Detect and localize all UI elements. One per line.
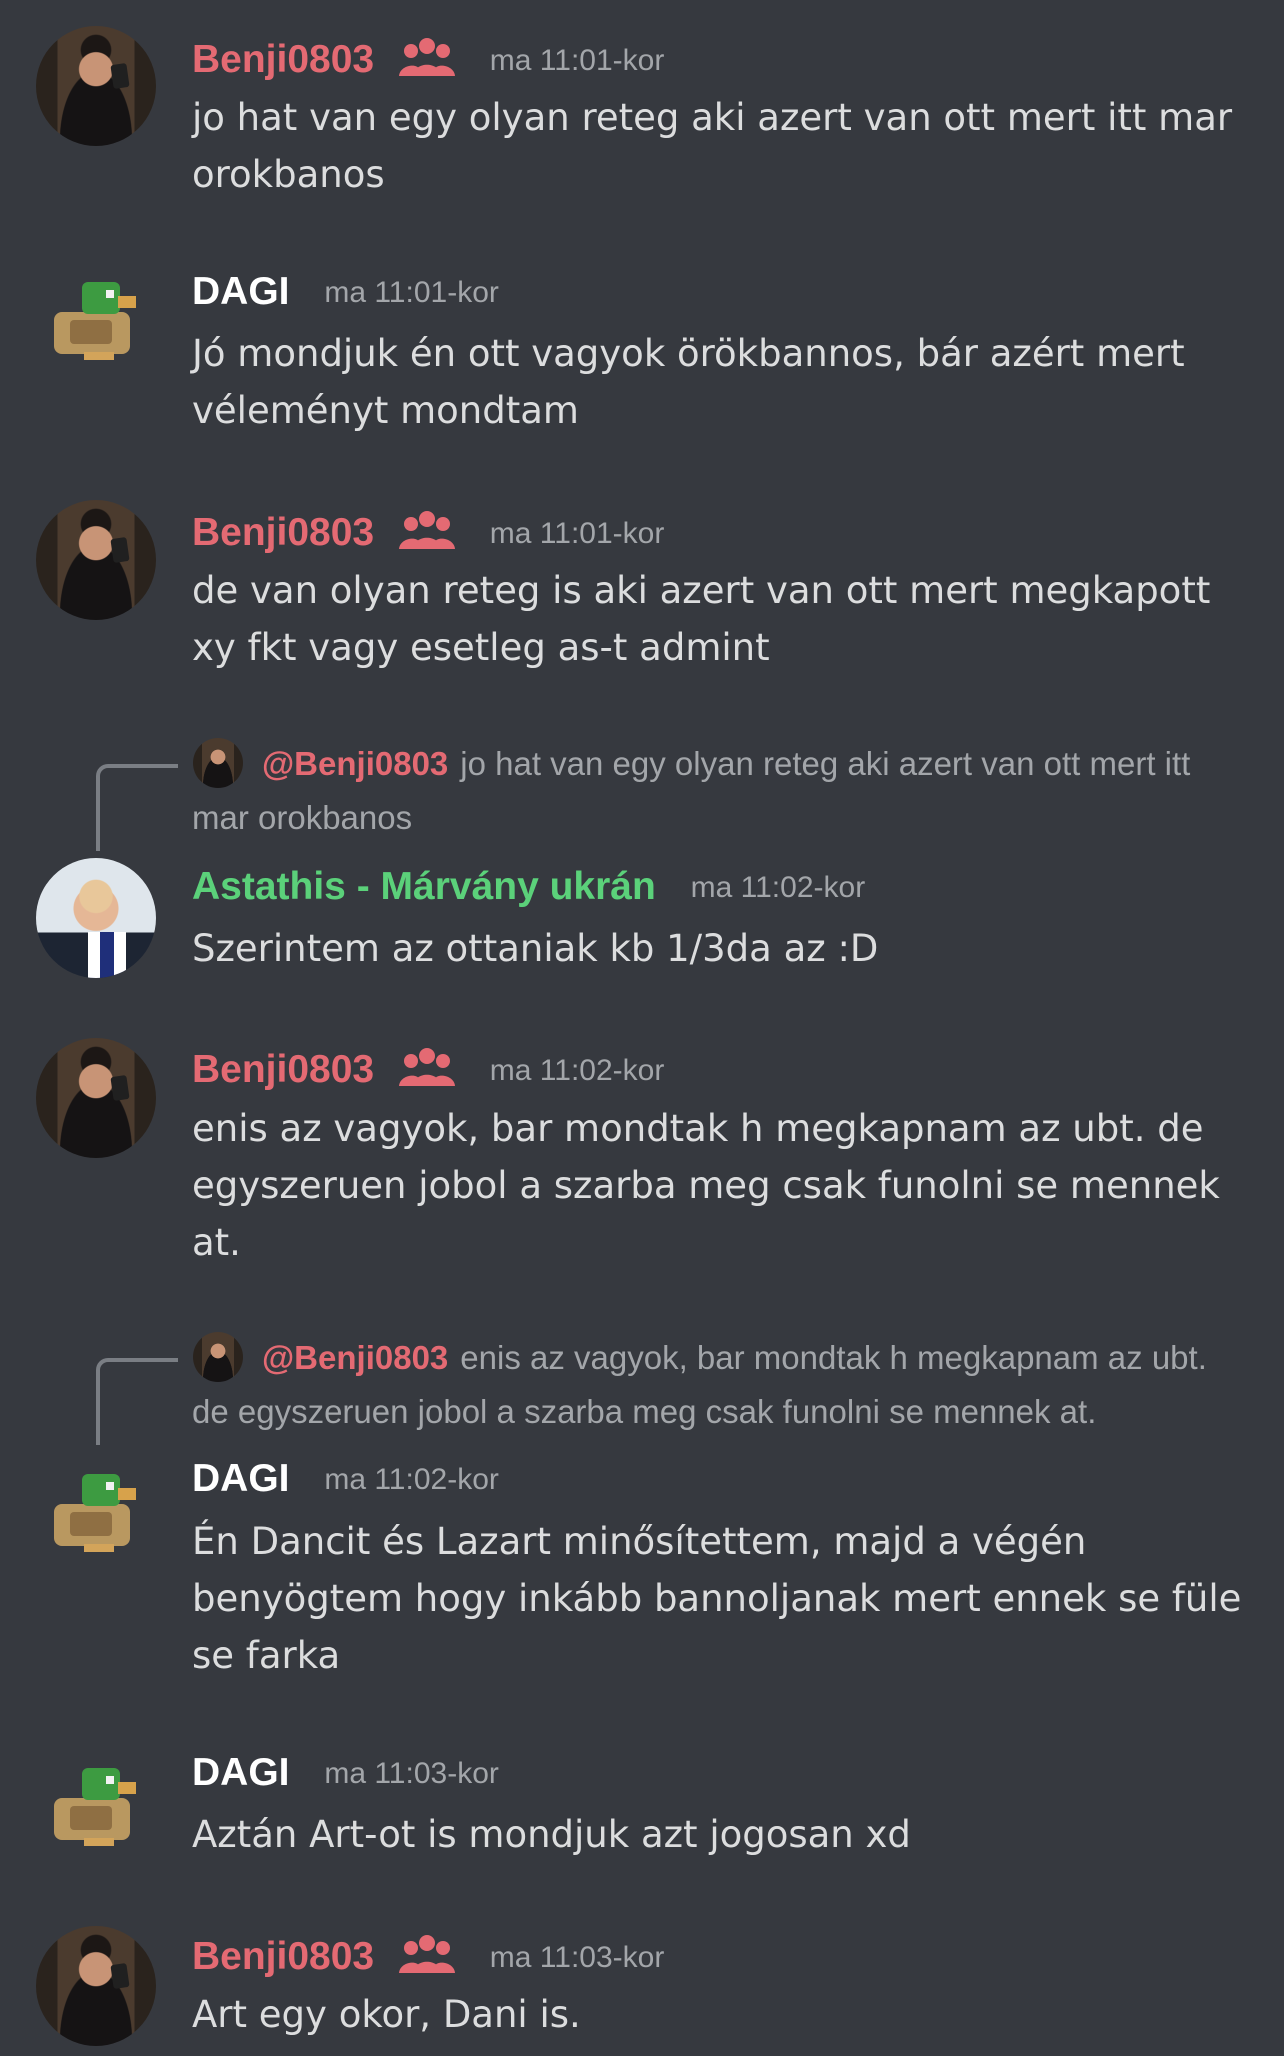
reply-connector [96,1358,178,1445]
author-name[interactable]: DAGI [192,1751,290,1794]
timestamp: ma 11:03-kor [324,1757,499,1790]
author-name[interactable]: Benji0803 [192,1048,374,1091]
message-header: DAGI ma 11:02-kor [192,1457,499,1501]
message-header: Benji0803 ma 11:01-kor [192,36,664,82]
message-header: Benji0803 ma 11:01-kor [192,509,664,555]
author-name[interactable]: DAGI [192,270,290,313]
duck-pixel-avatar[interactable] [36,1446,156,1566]
trump-avatar[interactable] [36,858,156,978]
reply-connector [96,764,178,851]
people-group-icon [398,1048,455,1086]
reply-preview[interactable]: @Benji0803 enis az vagyok, bar mondtak h … [192,1331,1252,1439]
duck-pixel-avatar[interactable] [36,1740,156,1860]
message-text: Aztán Art-ot is mondjuk azt jogosan xd [192,1813,911,1856]
message-text: Szerintem az ottaniak kb 1/3da az :D [192,927,879,970]
timestamp: ma 11:02-kor [489,1054,665,1087]
message-header: Benji0803 ma 11:02-kor [192,1046,664,1092]
benji-avatar[interactable] [36,1926,156,2046]
message-header: Benji0803 ma 11:03-kor [192,1933,664,1979]
timestamp: ma 11:01-kor [324,276,499,309]
message-text: Jó mondjuk én ott vagyok örökbannos, bár… [192,332,1197,432]
reply-mention[interactable]: @Benji0803 [262,1339,448,1376]
message-text: de van olyan reteg is aki azert van ott … [192,569,1223,669]
message-text: Art egy okor, Dani is. [192,1993,581,2036]
benji-avatar[interactable] [36,26,156,146]
message-text: jo hat van egy olyan reteg aki azert van… [192,96,1244,196]
message-header: DAGI ma 11:03-kor [192,1751,499,1795]
reply-preview[interactable]: @Benji0803 jo hat van egy olyan reteg aki… [192,737,1252,845]
message-text: enis az vagyok, bar mondtak h megkapnam … [192,1107,1232,1264]
author-name[interactable]: DAGI [192,1457,290,1500]
timestamp: ma 11:01-kor [489,44,665,77]
benji-avatar[interactable] [36,500,156,620]
author-name[interactable]: Benji0803 [192,1935,374,1978]
chat-screen: { "messages": [ { "author": "Benji0803",… [0,0,1284,2056]
author-name[interactable]: Benji0803 [192,511,374,554]
message-header: DAGI ma 11:01-kor [192,270,499,314]
author-name[interactable]: Astathis - Márvány ukrán [192,865,656,908]
reply-mention[interactable]: @Benji0803 [262,745,448,782]
timestamp: ma 11:01-kor [489,517,665,550]
author-name[interactable]: Benji0803 [192,38,374,81]
duck-pixel-avatar[interactable] [36,254,156,374]
people-group-icon [398,511,455,549]
message-header: Astathis - Márvány ukrán ma 11:02-kor [192,865,866,909]
benji-avatar[interactable] [36,1038,156,1158]
people-group-icon [398,1935,455,1973]
message-text: Én Dancit és Lazart minősítettem, majd a… [192,1520,1254,1677]
people-group-icon [398,38,455,76]
timestamp: ma 11:03-kor [489,1941,665,1974]
timestamp: ma 11:02-kor [690,871,866,904]
timestamp: ma 11:02-kor [324,1463,499,1496]
